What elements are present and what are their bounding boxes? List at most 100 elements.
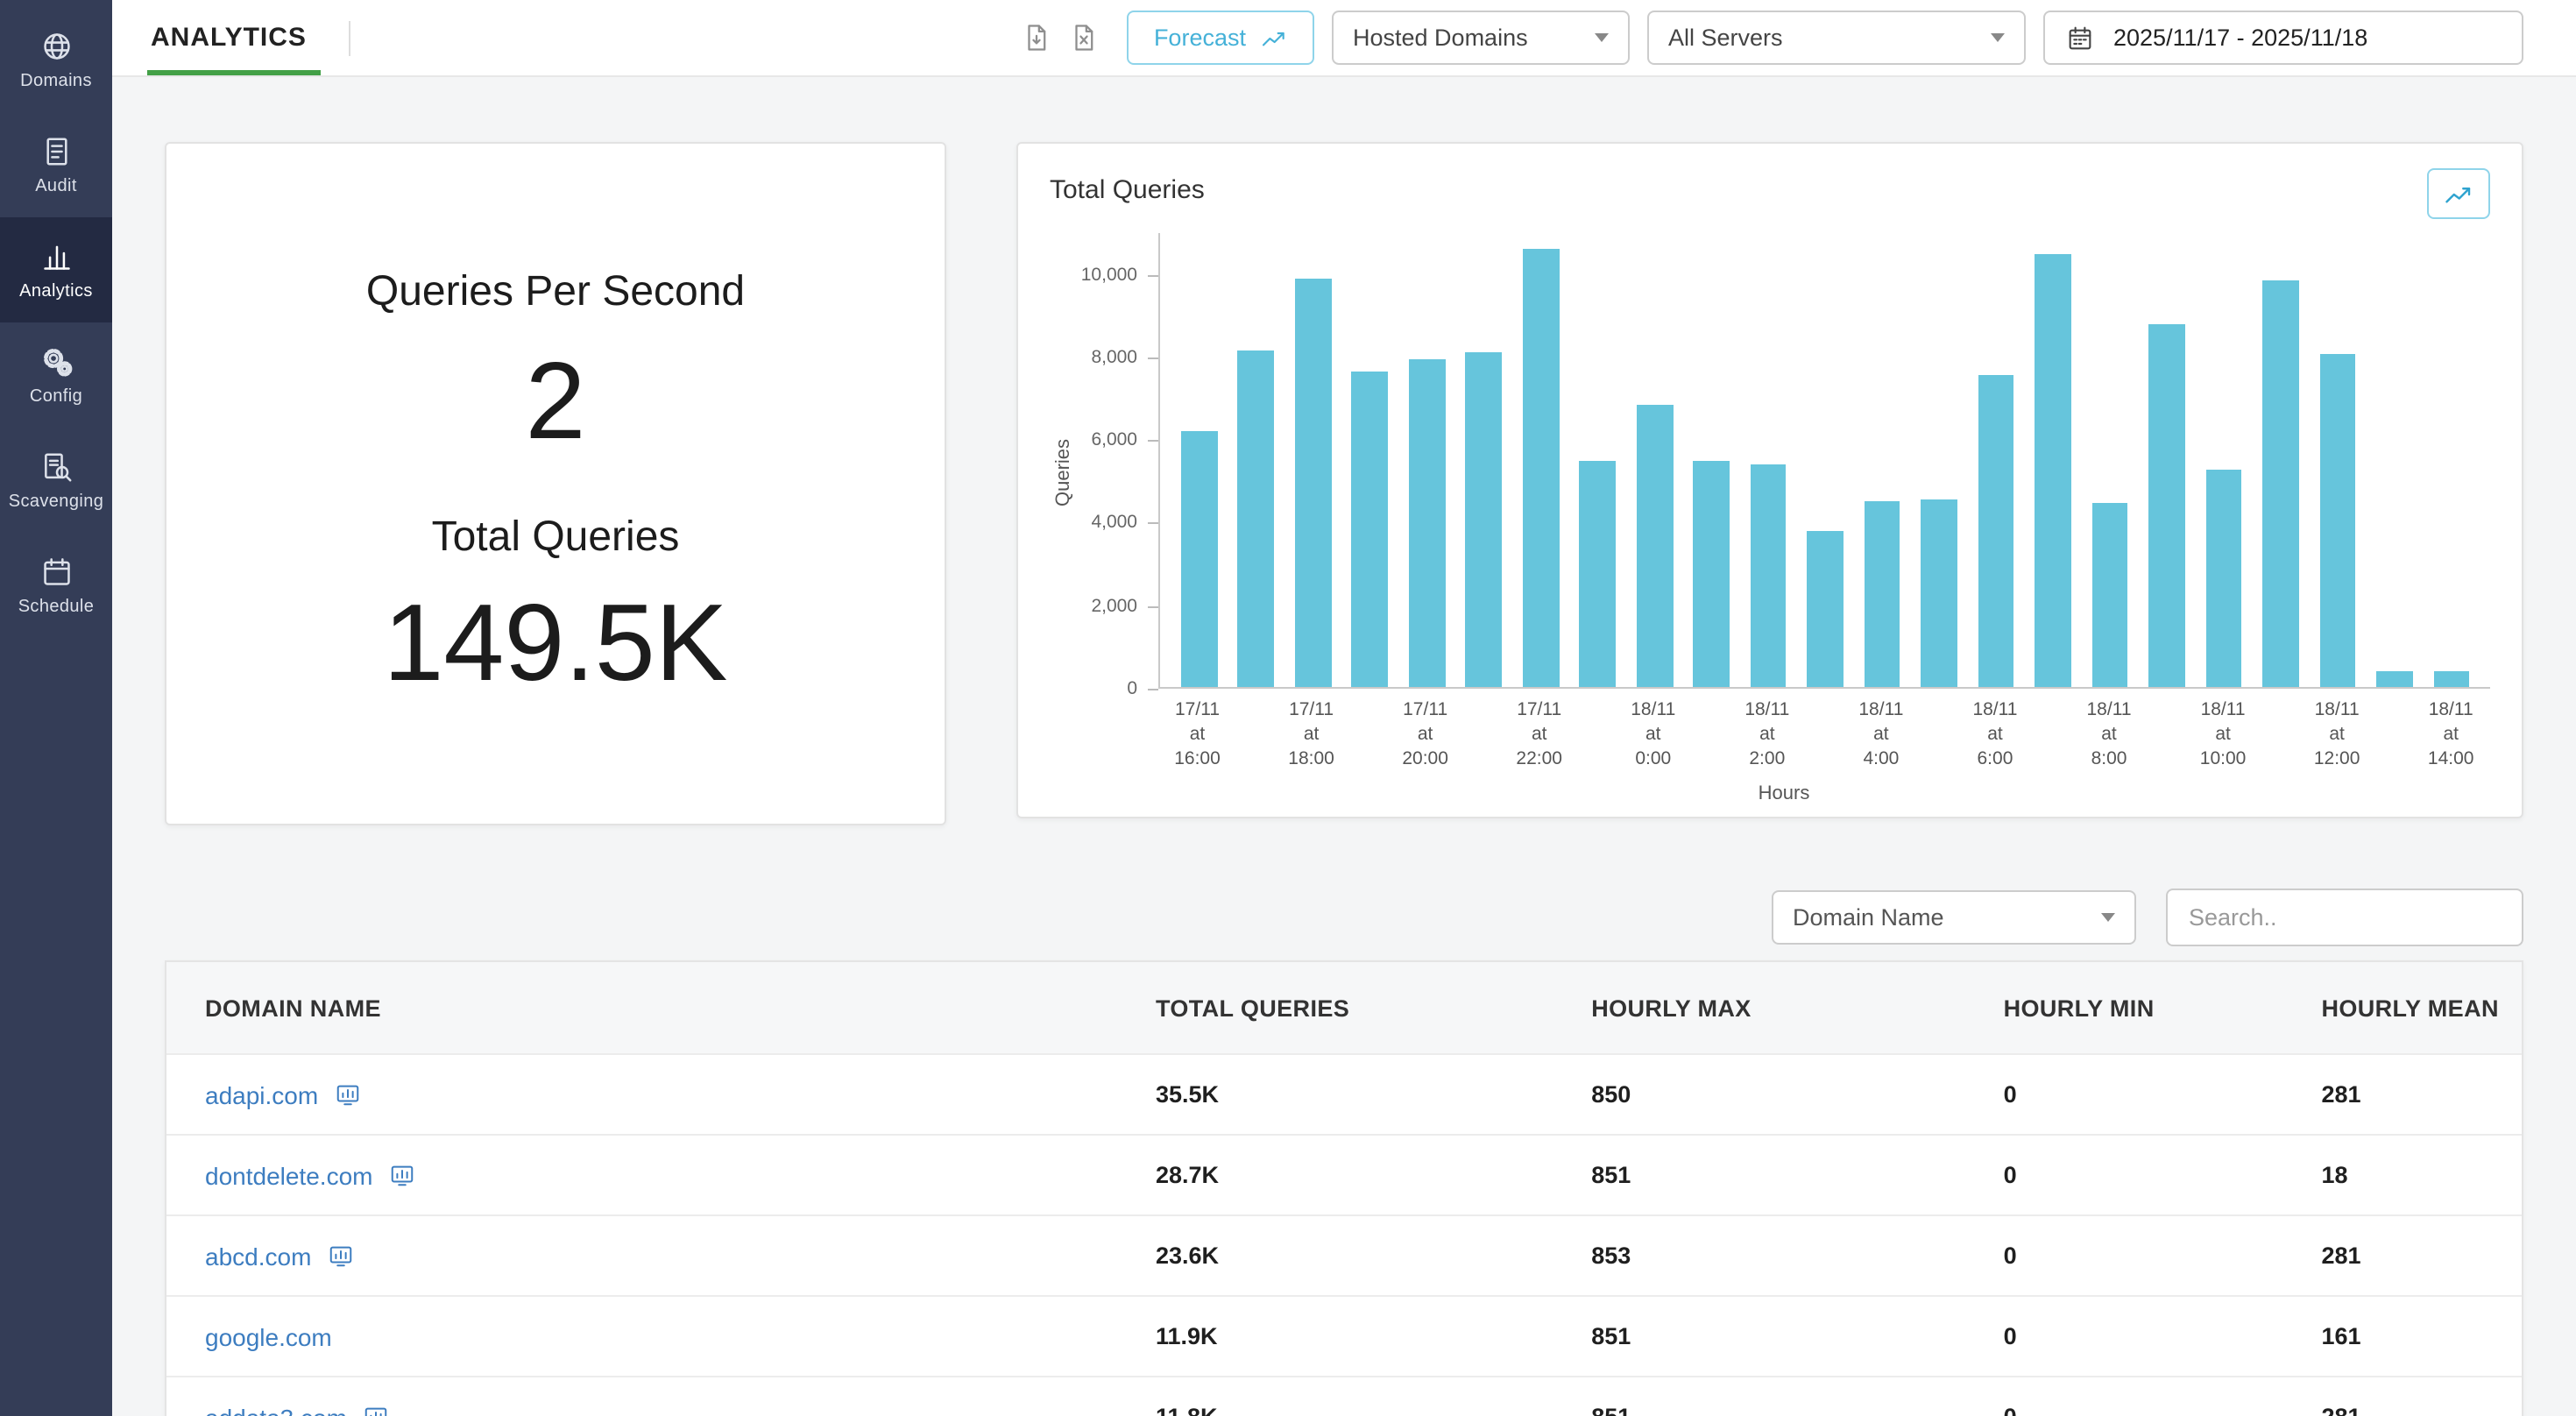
query-bar bbox=[1864, 501, 1900, 687]
query-bar bbox=[1807, 530, 1844, 687]
forecast-button[interactable]: Forecast bbox=[1128, 11, 1314, 65]
servers-dropdown-value: All Servers bbox=[1668, 25, 1783, 51]
column-header-hourly-mean[interactable]: HOURLY MEAN bbox=[2321, 995, 2521, 1021]
bar-slot bbox=[1341, 233, 1398, 687]
bar-slot bbox=[1683, 233, 1740, 687]
domain-report-icon[interactable] bbox=[334, 1081, 360, 1108]
x-tick-label bbox=[2023, 689, 2080, 772]
sidebar-item-schedule[interactable]: Schedule bbox=[0, 533, 112, 638]
sidebar-item-analytics[interactable]: Analytics bbox=[0, 217, 112, 322]
audit-doc-icon bbox=[39, 134, 73, 167]
bar-slot bbox=[1171, 233, 1228, 687]
calendar-icon bbox=[2066, 24, 2094, 52]
top-bar: ANALYTICS Forecast Hosted Domains All Se… bbox=[112, 0, 2576, 77]
domain-link[interactable]: dontdelete.com bbox=[205, 1161, 372, 1189]
sidebar: DomainsAudit Analytics Config Scavenging Sch… bbox=[0, 0, 112, 1416]
table-row: addata3.com11.8K8510281 bbox=[166, 1376, 2522, 1416]
bar-slot bbox=[2025, 233, 2082, 687]
doc-search-icon bbox=[39, 450, 73, 483]
sidebar-item-label: Analytics bbox=[19, 281, 93, 301]
column-header-hourly-max[interactable]: HOURLY MAX bbox=[1591, 995, 2003, 1021]
sidebar-item-scavenging[interactable]: Scavenging bbox=[0, 428, 112, 533]
bar-slot bbox=[1911, 233, 1968, 687]
table-cell: 281 bbox=[2321, 1404, 2521, 1416]
domain-report-icon[interactable] bbox=[327, 1243, 353, 1269]
table-header-row: DOMAIN NAME TOTAL QUERIES HOURLY MAX HOU… bbox=[166, 962, 2522, 1053]
query-bar bbox=[1409, 359, 1446, 687]
bar-slot bbox=[1512, 233, 1569, 687]
chart-area: Queries 02,0004,0006,0008,00010,000 17/1… bbox=[1050, 219, 2490, 804]
forecast-button-label: Forecast bbox=[1154, 25, 1246, 51]
total-queries-chart-card: Total Queries Queries 02,0004,0006,0008,… bbox=[1016, 142, 2523, 818]
x-tick-label bbox=[1340, 689, 1397, 772]
domain-link[interactable]: google.com bbox=[205, 1322, 332, 1350]
table-cell: 0 bbox=[2004, 1162, 2322, 1188]
query-bar bbox=[1238, 350, 1275, 687]
bar-slot bbox=[2423, 233, 2480, 687]
table-cell: 850 bbox=[1591, 1081, 2003, 1108]
query-bar bbox=[1636, 404, 1673, 687]
table-cell: 18 bbox=[2321, 1162, 2521, 1188]
domain-report-icon[interactable] bbox=[388, 1162, 414, 1188]
sidebar-item-domains[interactable]: Domains bbox=[0, 7, 112, 112]
table-cell: 281 bbox=[2321, 1081, 2521, 1108]
domain-link[interactable]: abcd.com bbox=[205, 1242, 311, 1270]
sidebar-item-label: Scavenging bbox=[9, 492, 104, 511]
y-axis-ticks: 02,0004,0006,0008,00010,000 bbox=[1078, 233, 1158, 689]
x-axis-label: Hours bbox=[1078, 782, 2490, 804]
app-root: DomainsAudit Analytics Config Scavenging Sch… bbox=[0, 0, 2576, 1416]
domain-cell: adapi.com bbox=[166, 1080, 1156, 1108]
query-bar bbox=[1978, 375, 2014, 687]
query-bar bbox=[2035, 254, 2071, 687]
search-input[interactable] bbox=[2166, 889, 2523, 946]
column-filter-dropdown[interactable]: Domain Name bbox=[1772, 890, 2136, 945]
sidebar-item-config[interactable]: Config bbox=[0, 322, 112, 428]
line-chart-icon bbox=[2443, 178, 2474, 209]
domain-link[interactable]: addata3.com bbox=[205, 1403, 347, 1416]
domain-report-icon[interactable] bbox=[363, 1404, 389, 1416]
table-cell: 281 bbox=[2321, 1243, 2521, 1269]
x-tick-label: 17/11at20:00 bbox=[1397, 689, 1454, 772]
bar-slot bbox=[2082, 233, 2139, 687]
table-filter-row: Domain Name bbox=[165, 889, 2523, 946]
x-tick-label bbox=[1909, 689, 1966, 772]
calendar-icon bbox=[39, 555, 73, 588]
chart-title: Total Queries bbox=[1050, 168, 1205, 205]
x-axis-labels-row: 17/11at16:0017/11at18:0017/11at20:0017/1… bbox=[1078, 689, 2490, 772]
y-tick-label: 10,000 bbox=[1081, 264, 1137, 285]
sidebar-item-audit[interactable]: Audit bbox=[0, 112, 112, 217]
cards-row: Queries Per Second 2 Total Queries 149.5… bbox=[165, 142, 2523, 825]
x-tick-label: 17/11at22:00 bbox=[1511, 689, 1568, 772]
table-row: google.com11.9K8510161 bbox=[166, 1295, 2522, 1376]
query-bar bbox=[2433, 670, 2470, 687]
query-bar bbox=[1466, 353, 1503, 687]
x-tick-label bbox=[1681, 689, 1738, 772]
table-cell: 35.5K bbox=[1156, 1081, 1591, 1108]
servers-dropdown[interactable]: All Servers bbox=[1647, 11, 2026, 65]
bar-slot bbox=[1455, 233, 1512, 687]
x-axis-ticks: 17/11at16:0017/11at18:0017/11at20:0017/1… bbox=[1158, 689, 2490, 772]
export-excel-icon[interactable] bbox=[1070, 23, 1100, 53]
hosted-domains-dropdown-value: Hosted Domains bbox=[1353, 25, 1528, 51]
bar-slot bbox=[2252, 233, 2309, 687]
export-pdf-icon[interactable] bbox=[1023, 23, 1052, 53]
y-tick-label: 2,000 bbox=[1091, 595, 1137, 616]
table-cell: 0 bbox=[2004, 1081, 2322, 1108]
column-header-hourly-min[interactable]: HOURLY MIN bbox=[2004, 995, 2322, 1021]
globe-icon bbox=[39, 29, 73, 62]
table-cell: 28.7K bbox=[1156, 1162, 1591, 1188]
date-range-picker[interactable]: 2025/11/17 - 2025/11/18 bbox=[2043, 11, 2523, 65]
x-tick-label: 18/11at12:00 bbox=[2309, 689, 2366, 772]
domain-link[interactable]: adapi.com bbox=[205, 1080, 318, 1108]
column-header-total-queries[interactable]: TOTAL QUERIES bbox=[1156, 995, 1591, 1021]
column-header-domain-name[interactable]: DOMAIN NAME bbox=[166, 995, 1156, 1021]
axis-spacer bbox=[1078, 689, 1158, 772]
table-cell: 23.6K bbox=[1156, 1243, 1591, 1269]
x-tick-label: 17/11at18:00 bbox=[1283, 689, 1340, 772]
chart-type-button[interactable] bbox=[2427, 168, 2490, 219]
x-tick-label: 18/11at8:00 bbox=[2081, 689, 2138, 772]
y-tick-label: 4,000 bbox=[1091, 513, 1137, 534]
table-cell: 851 bbox=[1591, 1404, 2003, 1416]
y-tick-label: 6,000 bbox=[1091, 429, 1137, 450]
hosted-domains-dropdown[interactable]: Hosted Domains bbox=[1332, 11, 1630, 65]
